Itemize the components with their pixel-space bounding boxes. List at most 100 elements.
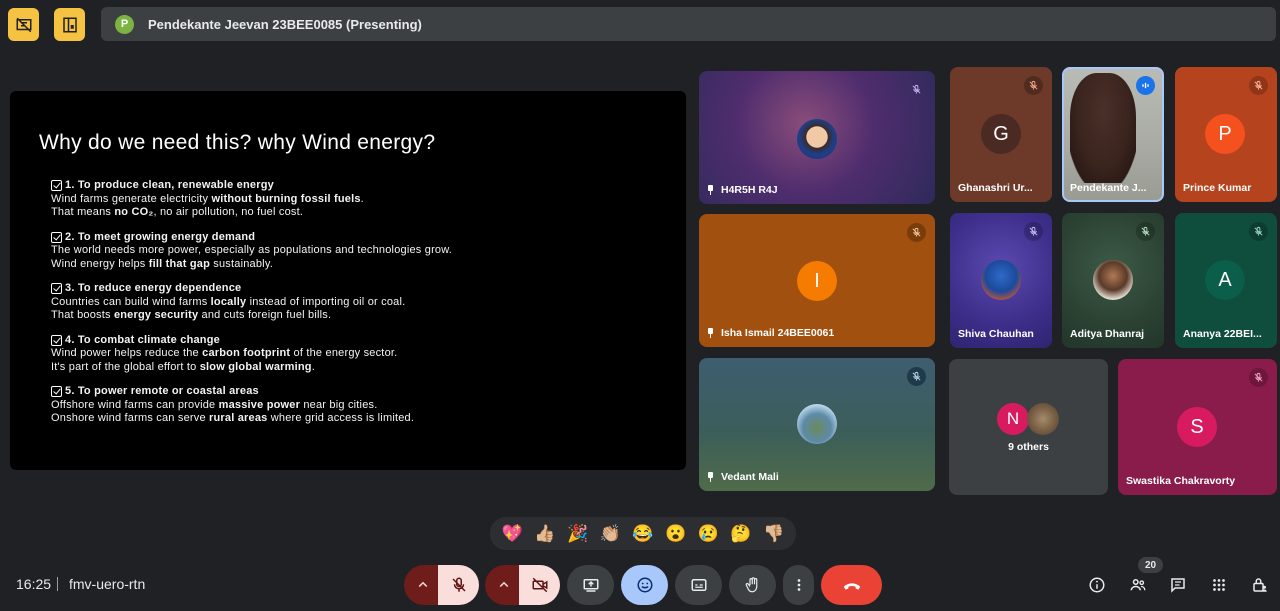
reaction-emoji[interactable]: 👎🏼 — [762, 522, 786, 546]
slide-point-text: That means no CO₂, no air pollution, no … — [51, 206, 304, 218]
slide-point: 4. To combat climate change Wind power he… — [51, 334, 657, 375]
presenter-avatar: P — [115, 14, 134, 34]
participant-name: Pendekante J... — [1070, 182, 1147, 194]
captions-icon — [691, 579, 706, 591]
avatar: A — [1205, 260, 1245, 300]
video-feed — [1070, 73, 1136, 183]
reaction-emoji[interactable]: 😢 — [696, 522, 720, 546]
hide-slide-icon-button[interactable] — [8, 8, 39, 41]
reaction-emoji[interactable]: 👍🏼 — [533, 522, 557, 546]
hand-icon — [745, 577, 757, 593]
pin-icon — [707, 328, 714, 338]
avatar: N — [997, 403, 1029, 435]
camera-toggle-button[interactable] — [519, 565, 560, 605]
meeting-code: fmv-uero-rtn — [69, 576, 146, 592]
avatar — [1027, 403, 1059, 435]
avatar — [797, 404, 837, 444]
chat-button[interactable] — [1167, 574, 1189, 596]
present-button[interactable] — [567, 565, 614, 605]
participant-tile-swastika[interactable]: S Swastika Chakravorty — [1118, 359, 1277, 495]
chevron-up-icon — [418, 581, 428, 588]
avatar: I — [797, 261, 837, 301]
checkbox-icon — [51, 231, 62, 243]
people-button[interactable] — [1127, 574, 1149, 596]
reactions-bar: 💖 👍🏼 🎉 👏🏼 😂 😮 😢 🤔 👎🏼 — [490, 517, 796, 550]
participant-tile-vedant[interactable]: Vedant Mali — [699, 358, 935, 491]
avatar — [981, 260, 1021, 300]
chevron-up-icon — [499, 581, 509, 588]
participant-tile-h4r5h[interactable]: H4R5H R4J — [699, 71, 935, 204]
pin-icon — [707, 185, 714, 195]
slide-point-heading: 3. To reduce energy dependence — [65, 282, 242, 294]
participant-name: Aditya Dhanraj — [1070, 328, 1145, 340]
participant-tile-shiva[interactable]: Shiva Chauhan — [950, 213, 1052, 348]
hide-presentation-icon — [16, 17, 31, 32]
participant-tile-isha[interactable]: I Isha Ismail 24BEE0061 — [699, 214, 935, 347]
slide-point-text: Wind power helps reduce the carbon footp… — [51, 347, 398, 359]
mic-off-icon — [451, 577, 466, 592]
avatar: P — [1205, 114, 1245, 154]
mic-toggle-button[interactable] — [438, 565, 479, 605]
presentation-slide: Why do we need this? why Wind energy? 1.… — [10, 91, 686, 470]
raise-hand-button[interactable] — [729, 565, 776, 605]
emoji-icon — [637, 577, 652, 593]
reaction-emoji[interactable]: 💖 — [500, 522, 524, 546]
clock: 16:25 — [16, 576, 52, 592]
mic-off-icon — [907, 223, 926, 242]
slide-point-text: The world needs more power, especially a… — [51, 244, 453, 256]
presenter-bar[interactable]: P Pendekante Jeevan 23BEE0085 (Presentin… — [101, 7, 1276, 41]
slide-point-heading: 1. To produce clean, renewable energy — [65, 179, 274, 191]
others-count-label: 9 others — [1008, 441, 1049, 453]
present-screen-icon — [583, 579, 598, 592]
participant-tile-prince[interactable]: P Prince Kumar — [1175, 67, 1277, 202]
speaking-indicator-icon — [1136, 76, 1155, 95]
end-call-icon — [843, 583, 860, 590]
audio-options-button[interactable] — [404, 565, 442, 605]
mic-off-icon — [1249, 76, 1268, 95]
captions-button[interactable] — [675, 565, 722, 605]
slide-point: 2. To meet growing energy demand The worl… — [51, 231, 657, 272]
reaction-emoji[interactable]: 😮 — [664, 522, 688, 546]
leave-call-button[interactable] — [821, 565, 882, 605]
reaction-emoji[interactable]: 🤔 — [729, 522, 753, 546]
layout-icon-button[interactable] — [54, 8, 85, 41]
slide-point-heading: 5. To power remote or coastal areas — [65, 385, 259, 397]
meeting-details-button[interactable] — [1086, 574, 1108, 596]
slide-point-text: Wind farms generate electricity without … — [51, 192, 364, 205]
slide-point-text: Countries can build wind farms locally i… — [51, 295, 406, 308]
reaction-emoji[interactable]: 😂 — [631, 522, 655, 546]
lock-person-icon — [1253, 578, 1267, 592]
slide-point-text: It's part of the global effort to slow g… — [51, 360, 315, 373]
layout-icon — [62, 17, 77, 32]
slide-point-text: That boosts energy security and cuts for… — [51, 309, 332, 321]
mic-off-icon — [907, 367, 926, 386]
people-icon — [1130, 579, 1146, 591]
reaction-emoji[interactable]: 🎉 — [566, 522, 590, 546]
mic-off-icon — [1136, 222, 1155, 241]
participant-name: Ghanashri Ur... — [958, 182, 1033, 194]
avatar: G — [981, 114, 1021, 154]
reaction-emoji[interactable]: 👏🏼 — [598, 522, 622, 546]
video-options-button[interactable] — [485, 565, 523, 605]
slide-point-text: Offshore wind farms can provide massive … — [51, 398, 378, 411]
emoji-reactions-button[interactable] — [621, 565, 668, 605]
activities-button[interactable] — [1208, 574, 1230, 596]
slide-point-text: Onshore wind farms can serve rural areas… — [51, 412, 415, 424]
participant-name: Isha Ismail 24BEE0061 — [721, 327, 835, 339]
others-tile[interactable]: N — [949, 359, 1108, 495]
divider — [57, 577, 58, 591]
participant-tile-aditya[interactable]: Aditya Dhanraj — [1062, 213, 1164, 348]
mic-off-icon — [1249, 222, 1268, 241]
avatar — [1093, 260, 1133, 300]
host-controls-button[interactable] — [1249, 574, 1271, 596]
presenter-label: Pendekante Jeevan 23BEE0085 (Presenting) — [148, 16, 422, 32]
mic-off-icon — [1024, 222, 1043, 241]
info-icon — [1089, 577, 1105, 593]
participant-tile-ghanashri[interactable]: G Ghanashri Ur... — [950, 67, 1052, 202]
checkbox-icon — [51, 283, 62, 295]
pin-icon — [707, 472, 714, 482]
more-options-button[interactable] — [783, 565, 814, 605]
participant-tile-pendekante[interactable]: Pendekante J... — [1062, 67, 1164, 202]
participant-name: H4R5H R4J — [721, 184, 778, 196]
participant-tile-ananya[interactable]: A Ananya 22BEI... — [1175, 213, 1277, 348]
